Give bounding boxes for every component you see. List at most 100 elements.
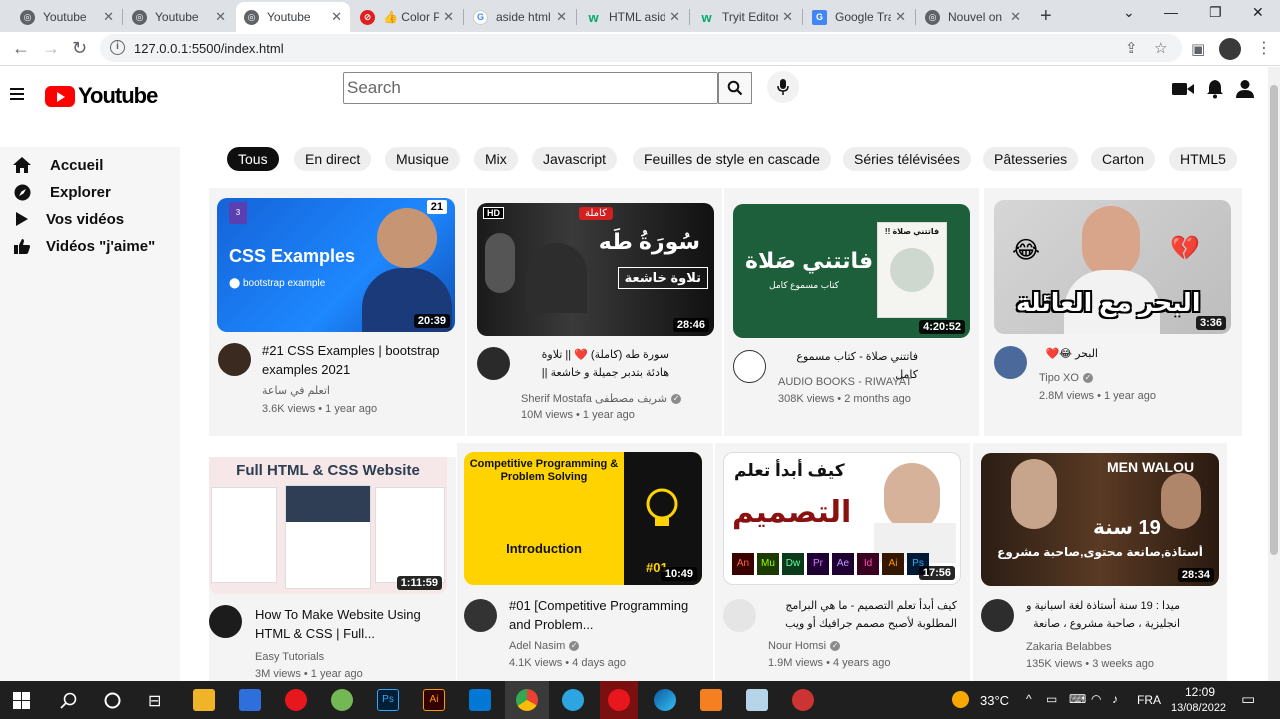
tab-search-chevron-icon[interactable]: ⌄: [1123, 4, 1135, 21]
channel-name[interactable]: Sherif Mostafa شريف مصطفى ✓: [521, 392, 681, 405]
chip-patesseries[interactable]: Pâtesseries: [983, 147, 1079, 171]
chip-mix[interactable]: Mix: [474, 147, 518, 171]
video-thumbnail[interactable]: MEN WALOU 19 سنة أستاذة,صانعة محتوى,صاحب…: [981, 453, 1219, 586]
browser-tab[interactable]: ◎ Youtube ✕: [12, 2, 122, 32]
close-icon[interactable]: ✕: [443, 9, 454, 25]
volume-icon[interactable]: ♪: [1112, 692, 1118, 706]
touch-keyboard-icon[interactable]: ⌨: [1069, 692, 1086, 706]
chevron-up-icon[interactable]: ^: [1026, 692, 1032, 706]
channel-avatar[interactable]: [218, 343, 251, 376]
video-card[interactable]: MEN WALOU 19 سنة أستاذة,صانعة محتوى,صاحب…: [973, 443, 1227, 681]
channel-avatar[interactable]: [733, 350, 766, 383]
video-thumbnail[interactable]: HD كاملة سُورَةُ طَه تلاوة خاشعة 28:46: [477, 203, 714, 336]
clock-time[interactable]: 12:09: [1185, 685, 1215, 699]
illustrator-icon[interactable]: Ai: [423, 689, 445, 711]
vscode-icon[interactable]: [469, 689, 491, 711]
back-arrow-icon[interactable]: ←: [12, 38, 30, 59]
weather-temperature[interactable]: 33°C: [980, 693, 1009, 708]
channel-avatar[interactable]: [209, 605, 242, 638]
video-title[interactable]: سورة طه (كاملة) ❤️ || تلاوة هادئة بتدبر …: [519, 346, 669, 382]
android-studio-icon[interactable]: [331, 689, 353, 711]
search-input[interactable]: Search: [343, 72, 718, 104]
chrome-icon[interactable]: [516, 689, 538, 711]
video-title[interactable]: How To Make Website Using HTML & CSS | F…: [255, 605, 445, 643]
channel-avatar[interactable]: [994, 346, 1027, 379]
channel-name[interactable]: Easy Tutorials: [255, 651, 324, 663]
sidebar-item-accueil[interactable]: Accueil: [12, 155, 103, 175]
video-card[interactable]: كيف أبدأ تعلم التصميم An Mu Dw Pr Ae Id …: [715, 443, 970, 681]
youtube-logo[interactable]: Youtube: [45, 83, 158, 109]
channel-name[interactable]: Tipo XO ✓: [1039, 372, 1093, 384]
chip-musique[interactable]: Musique: [385, 147, 460, 171]
chip-tous[interactable]: Tous: [227, 147, 279, 171]
bell-icon[interactable]: [1206, 79, 1224, 99]
close-icon[interactable]: ✕: [782, 9, 793, 25]
language-indicator[interactable]: FRA: [1137, 693, 1161, 707]
video-card[interactable]: Competitive Programming & Problem Solvin…: [457, 443, 713, 681]
channel-name-text[interactable]: Tipo XO: [1039, 372, 1079, 384]
channel-avatar[interactable]: [477, 347, 510, 380]
video-title[interactable]: #21 CSS Examples | bootstrap examples 20…: [262, 341, 452, 379]
video-title[interactable]: البحر 😂❤️: [1038, 345, 1098, 363]
browser-tab[interactable]: ⊘ 👍 Color P ✕: [352, 2, 462, 32]
video-thumbnail[interactable]: Full HTML & CSS Website 1:11:59: [209, 457, 447, 594]
browser-tab-active[interactable]: ◎ Youtube ✕: [236, 2, 350, 32]
chip-carton[interactable]: Carton: [1091, 147, 1156, 171]
browser-tab[interactable]: G Google Tra ✕: [804, 2, 914, 32]
new-tab-plus-icon[interactable]: +: [1040, 5, 1052, 28]
browser-tab[interactable]: w HTML aside ✕: [578, 2, 688, 32]
address-bar[interactable]: i 127.0.0.1:5500/index.html ⇪ ☆: [100, 34, 1182, 62]
video-card[interactable]: 3 21 CSS Examples ⬤ bootstrap example 20…: [209, 188, 465, 436]
channel-name[interactable]: Adel Nasim ✓: [509, 640, 580, 652]
file-explorer-icon[interactable]: [193, 689, 215, 711]
chip-html5[interactable]: HTML5: [1169, 147, 1237, 171]
telegram-icon[interactable]: [562, 689, 584, 711]
edge-icon[interactable]: [654, 689, 676, 711]
video-title[interactable]: #01 [Competitive Programming and Problem…: [509, 596, 699, 634]
channel-name[interactable]: Nour Homsi ✓: [768, 640, 841, 652]
chip-en-direct[interactable]: En direct: [294, 147, 372, 171]
user-account-icon[interactable]: [1236, 79, 1254, 99]
close-icon[interactable]: ✕: [103, 9, 114, 25]
chip-feuilles-de-style[interactable]: Feuilles de style en cascade: [633, 147, 831, 171]
sidebar-item-videos-jaime[interactable]: Vidéos "j'aime": [12, 236, 155, 256]
task-view-icon[interactable]: ⊟: [148, 691, 161, 711]
chip-series-televisees[interactable]: Séries télévisées: [843, 147, 971, 171]
close-icon[interactable]: ✕: [1010, 9, 1021, 25]
video-thumbnail[interactable]: 😂 💔 البحر مع العائلة 3:36: [994, 200, 1231, 334]
weather-sun-icon[interactable]: [952, 691, 969, 708]
maximize-icon[interactable]: ❐: [1209, 4, 1222, 21]
minimize-icon[interactable]: —: [1164, 4, 1178, 20]
close-icon[interactable]: ✕: [556, 9, 567, 25]
channel-name[interactable]: اتعلم في ساعة: [262, 384, 330, 397]
video-card[interactable]: 😂 💔 البحر مع العائلة 3:36 البحر 😂❤️ Tipo…: [984, 188, 1242, 436]
close-icon[interactable]: ✕: [895, 9, 906, 25]
browser-tab[interactable]: ◎ Youtube ✕: [124, 2, 234, 32]
hamburger-menu-icon[interactable]: [10, 88, 24, 103]
browser-tab[interactable]: ◎ Nouvel on ✕: [917, 2, 1029, 32]
bookmark-star-icon[interactable]: ☆: [1154, 39, 1167, 57]
sidebar-item-explorer[interactable]: Explorer: [12, 182, 111, 202]
video-title[interactable]: كيف أبدأ تعلم التصميم - ما هي البرامج ال…: [767, 597, 957, 633]
video-card[interactable]: فاتتني صَلاة كتاب مسموع كامل فاتتني صلاة…: [724, 188, 979, 436]
video-thumbnail[interactable]: 3 21 CSS Examples ⬤ bootstrap example 20…: [217, 198, 455, 332]
url-text[interactable]: 127.0.0.1:5500/index.html: [134, 41, 284, 56]
close-icon[interactable]: ✕: [669, 9, 680, 25]
channel-avatar[interactable]: [464, 599, 497, 632]
channel-name[interactable]: AUDIO BOOKS - RIWAYAT: [778, 376, 912, 388]
paint-icon[interactable]: [792, 689, 814, 711]
page-scrollbar[interactable]: [1268, 67, 1280, 681]
photoshop-icon[interactable]: Ps: [377, 689, 399, 711]
search-icon[interactable]: [60, 692, 77, 709]
notification-icon[interactable]: ▭: [1241, 690, 1255, 708]
video-thumbnail[interactable]: Competitive Programming & Problem Solvin…: [464, 452, 702, 585]
channel-name-text[interactable]: Adel Nasim: [509, 640, 565, 652]
close-window-icon[interactable]: ✕: [1252, 4, 1264, 21]
video-camera-icon[interactable]: [1172, 81, 1194, 97]
forward-arrow-icon[interactable]: →: [42, 38, 60, 59]
battery-icon[interactable]: ▭: [1046, 692, 1057, 706]
clock-date[interactable]: 13/08/2022: [1171, 702, 1226, 714]
close-icon[interactable]: ✕: [331, 9, 342, 25]
channel-avatar[interactable]: [981, 599, 1014, 632]
video-thumbnail[interactable]: فاتتني صَلاة كتاب مسموع كامل فاتتني صلاة…: [733, 204, 970, 338]
